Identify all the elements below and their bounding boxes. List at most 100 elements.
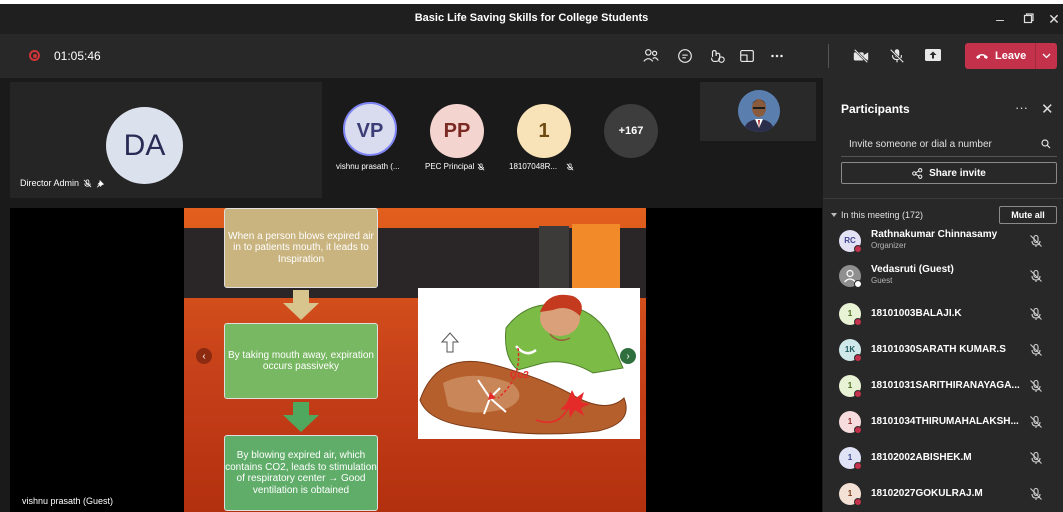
avatar [738,90,780,132]
mic-off-icon [477,162,485,170]
presence-dot [854,426,862,434]
arrow-down-icon [283,290,319,320]
presence-dot [854,354,862,362]
avatar-pp[interactable]: PP [430,104,484,158]
meeting-stage: DA Director Admin VP PP 1 +167 vishnu pr… [0,78,823,512]
mic-off-icon[interactable] [1029,379,1043,393]
participant-name: 18101003BALAJI.K [871,308,962,319]
mic-off-icon [566,162,574,170]
participant-name: Rathnakumar Chinnasamy [871,229,998,240]
co2-label: Co2 [510,370,529,381]
overflow-participants-button[interactable]: +167 [604,104,658,158]
leave-main[interactable]: Leave [965,43,1035,69]
chevron-right-icon[interactable]: › [620,348,636,364]
share-invite-button[interactable]: Share invite [841,162,1057,184]
section-toggle[interactable]: In this meeting (172) [831,210,923,220]
mute-all-button[interactable]: Mute all [999,206,1057,224]
presence-dot [854,462,862,470]
pin-icon [96,179,105,188]
participant-row[interactable]: RC Rathnakumar Chinnasamy Organizer [837,227,1059,257]
restore-icon[interactable] [1016,8,1040,30]
close-icon[interactable]: ✕ [1042,8,1063,30]
participant-row[interactable]: 1K 18101030SARATH KUMAR.S [837,336,1059,366]
slide-step-expiration: By taking mouth away, expiration occurs … [224,323,378,399]
slide-step-ventilation: By blowing expired air, which contains C… [224,435,378,511]
reactions-icon[interactable] [704,44,730,68]
leave-button[interactable]: Leave [965,43,1057,69]
share-invite-label: Share invite [929,167,986,179]
presence-dot [854,390,862,398]
participant-row[interactable]: 1 18101034THIRUMAHALAKSH... [837,408,1059,438]
presence-dot [854,245,862,253]
participant-role: Guest [871,276,893,285]
search-icon [1041,139,1051,149]
chevron-down-icon[interactable] [1036,53,1057,59]
cpr-illustration: Co2 [418,288,640,439]
tile-name: Director Admin [20,178,80,188]
participant-row[interactable]: 1 18101031SARITHIRANAYAGA... [837,372,1059,402]
divider [823,198,1063,199]
meeting-toolbar: 01:05:46 Leave [0,34,1063,78]
share-tray-icon[interactable] [924,46,942,64]
participant-name: 18101030SARATH KUMAR.S [871,344,1006,355]
avatar-1[interactable]: 1 [517,104,571,158]
mic-off-icon[interactable] [1029,307,1043,321]
minimize-icon[interactable]: – [988,8,1012,30]
title-bar: Basic Life Saving Skills for College Stu… [0,4,1063,34]
participant-name: 18101031SARITHIRANAYAGA... [871,380,1020,391]
mic-off-icon[interactable] [1029,269,1043,283]
gallery-name: vishnu prasath (... [336,162,400,171]
invite-search-input[interactable]: Invite someone or dial a number [841,133,1057,157]
gallery-name-1: 18107048R... [509,162,558,171]
section-label: In this meeting (172) [841,210,924,220]
participant-row[interactable]: 1 18102027GOKULRAJ.M [837,480,1059,510]
arrow-down-icon [283,402,319,432]
leave-label: Leave [995,50,1027,62]
presence-dot [854,498,862,506]
presence-dot [854,318,862,326]
avatar: DA [106,107,183,184]
more-icon[interactable]: ··· [1015,100,1028,115]
participant-name: 18102027GOKULRAJ.M [871,488,983,499]
mic-off-icon[interactable] [1029,343,1043,357]
participant-role: Organizer [871,241,907,250]
self-video-tile[interactable] [700,82,816,141]
chevron-left-icon[interactable]: ‹ [196,348,212,364]
mic-off-icon[interactable] [1029,415,1043,429]
slide-accent [572,224,620,290]
shared-content: When a person blows expired air in to pa… [10,208,822,512]
mic-off-icon[interactable] [1029,234,1043,248]
participant-name: 18102002ABISHEK.M [871,452,972,463]
share-icon [912,167,923,179]
participants-icon[interactable] [638,44,664,68]
invite-placeholder: Invite someone or dial a number [849,139,992,150]
tile-label: Director Admin [20,178,105,188]
chat-icon[interactable] [672,44,698,68]
participant-name: Vedasruti (Guest) [871,264,954,275]
meeting-timer: 01:05:46 [54,49,101,63]
caret-down-icon [831,213,837,217]
slide: When a person blows expired air in to pa… [184,208,646,512]
participant-name: 18101034THIRUMAHALAKSH... [871,416,1019,427]
presence-dot [854,280,862,288]
mic-off-icon[interactable] [1029,451,1043,465]
panel-title: Participants [841,102,910,116]
avatar-vp[interactable]: VP [343,102,397,156]
camera-off-icon[interactable] [848,44,874,68]
participant-tile-director[interactable]: DA Director Admin [10,82,322,198]
participants-panel: Participants ··· ✕ Invite someone or dia… [823,78,1063,512]
participant-row[interactable]: Vedasruti (Guest) Guest [837,262,1059,292]
participant-row[interactable]: 1 18101003BALAJI.K [837,300,1059,330]
more-icon[interactable] [764,44,790,68]
participant-row[interactable]: 1 18102002ABISHEK.M [837,444,1059,474]
toolbar-divider [828,44,829,68]
close-icon[interactable]: ✕ [1041,100,1054,118]
mic-off-icon[interactable] [1029,487,1043,501]
gallery-name-pp: PEC Principal [425,162,475,171]
rooms-icon[interactable] [734,44,760,68]
gallery-name-vp: vishnu prasath (... [336,162,400,171]
gallery-name: PEC Principal [425,162,485,171]
mic-off-icon[interactable] [884,44,910,68]
gallery-name: 18107048R... [509,162,574,171]
mic-off-icon [83,178,92,187]
